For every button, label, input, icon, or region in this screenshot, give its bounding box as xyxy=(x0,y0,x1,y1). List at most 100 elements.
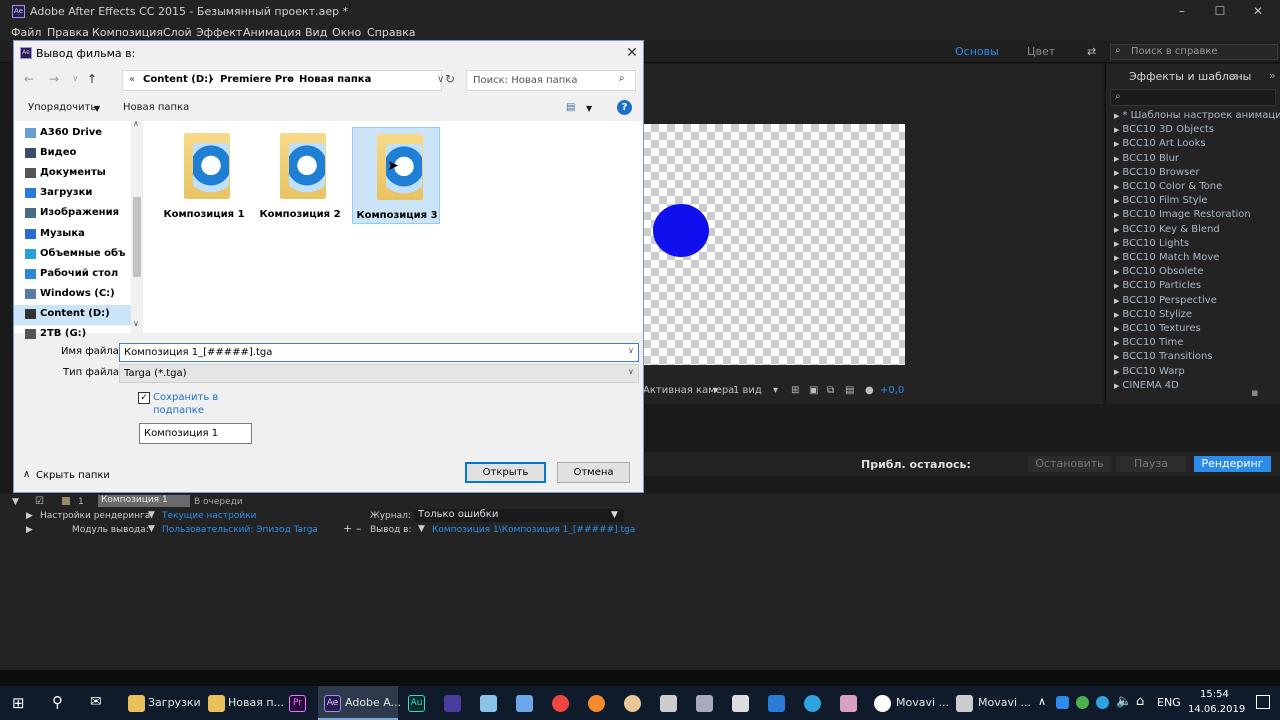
effects-category-item[interactable]: ▶ BCC10 Match Move xyxy=(1114,252,1219,263)
workspace-color[interactable]: Цвет xyxy=(1027,45,1055,58)
minimize-button[interactable]: – xyxy=(1172,3,1192,19)
breadcrumb-separator-icon[interactable]: › xyxy=(288,74,292,85)
expand-arrow-icon[interactable]: ▶ xyxy=(1114,311,1119,319)
tray-security-icon[interactable] xyxy=(1076,696,1089,709)
app-icon[interactable] xyxy=(840,695,857,712)
menu-help[interactable]: Справка xyxy=(367,26,415,39)
audition-icon[interactable]: Au xyxy=(408,695,425,712)
expand-arrow-icon[interactable]: ▼ xyxy=(12,497,19,507)
output-dropdown-arrow-icon[interactable]: ▼ xyxy=(418,524,425,534)
network-icon[interactable]: ⌂ xyxy=(1136,694,1144,709)
organize-dropdown-icon[interactable]: ▼ xyxy=(94,104,100,113)
expand-arrow-icon[interactable]: ▶ xyxy=(1114,325,1119,333)
breadcrumb-premiere-pro[interactable]: Premiere Pro xyxy=(220,74,294,85)
nav-item[interactable]: Видео xyxy=(40,147,76,158)
address-dropdown-icon[interactable]: ∨ xyxy=(437,74,444,85)
output-path-value[interactable]: Композиция 1\Композиция 1_[#####].tga xyxy=(432,525,635,535)
open-button[interactable]: Открыть xyxy=(465,462,546,483)
expand-arrow-icon[interactable]: ▶ xyxy=(1114,368,1119,376)
usb-icon[interactable] xyxy=(660,695,677,712)
taskbar-item-downloads[interactable]: Загрузки xyxy=(124,686,201,720)
close-dialog-button[interactable]: ✕ xyxy=(622,43,642,63)
menu-effect[interactable]: Эффект xyxy=(196,26,242,39)
navigation-scrollbar[interactable]: ∧ ∨ xyxy=(131,119,143,333)
effects-category-item[interactable]: ▶ BCC10 Time xyxy=(1114,337,1183,348)
taskbar-item-movavi-1[interactable]: Movavi ... xyxy=(870,686,949,720)
expand-arrow-icon[interactable]: ▶ xyxy=(1114,339,1119,347)
label-color-swatch[interactable] xyxy=(62,497,70,505)
filename-input[interactable]: Композиция 1_[#####].tga xyxy=(119,343,639,362)
layout-icon[interactable]: ⧉ xyxy=(827,385,834,396)
windows-start-icon[interactable]: ⊞ xyxy=(12,694,25,712)
fast-preview-icon[interactable]: ▤ xyxy=(845,385,854,396)
back-arrow-icon[interactable]: ← xyxy=(24,72,34,86)
filename-dropdown-icon[interactable]: ∨ xyxy=(628,346,634,355)
render-settings-value[interactable]: Текущие настройки xyxy=(162,511,256,521)
help-icon[interactable]: ? xyxy=(617,100,632,115)
add-output-icon[interactable]: + xyxy=(343,522,352,535)
queue-comp-name[interactable]: Композиция 1 xyxy=(98,495,190,507)
log-dropdown-arrow-icon[interactable]: ▼ xyxy=(611,510,618,520)
volume-icon[interactable]: 🔈 xyxy=(1116,694,1132,709)
effects-category-item[interactable]: ▶ BCC10 Textures xyxy=(1114,323,1201,334)
effects-category-item[interactable]: ▶ BCC10 Image Restoration xyxy=(1114,209,1251,220)
module-expand-icon[interactable]: ▶ xyxy=(26,525,33,535)
breadcrumb-separator-icon[interactable]: › xyxy=(367,74,371,85)
effects-category-item[interactable]: ▶ BCC10 Lights xyxy=(1114,238,1189,249)
nav-item[interactable]: 2TB (G:) xyxy=(40,328,86,339)
menu-window[interactable]: Окно xyxy=(332,26,361,39)
effects-search-input[interactable]: ⌕ xyxy=(1110,89,1276,106)
nav-item[interactable]: Content (D:) xyxy=(40,308,110,319)
expand-arrow-icon[interactable]: ▶ xyxy=(1114,240,1119,248)
filetype-select[interactable]: Targa (*.tga) xyxy=(119,364,639,383)
nav-item[interactable]: Загрузки xyxy=(40,187,92,198)
folder-item[interactable]: Композиция 1 xyxy=(160,127,248,224)
effects-category-item[interactable]: ▶ BCC10 Art Looks xyxy=(1114,138,1206,149)
view-options-icon[interactable]: ▤ xyxy=(566,102,575,113)
nav-item[interactable]: Музыка xyxy=(40,228,85,239)
region-icon[interactable]: ▣ xyxy=(809,385,818,396)
subfolder-checkbox[interactable]: ✓ xyxy=(138,392,150,404)
tray-app-icon[interactable] xyxy=(1056,696,1069,709)
settings-expand-icon[interactable]: ▶ xyxy=(26,511,33,521)
exposure-value[interactable]: +0,0 xyxy=(880,385,904,396)
expand-arrow-icon[interactable]: ▶ xyxy=(1114,297,1119,305)
menu-animation[interactable]: Анимация xyxy=(243,26,301,39)
tray-overflow-icon[interactable]: ∧ xyxy=(1038,695,1046,708)
breadcrumb-overflow-icon[interactable]: « xyxy=(129,74,135,85)
maximize-button[interactable]: ☐ xyxy=(1210,3,1230,19)
cancel-button[interactable]: Отмена xyxy=(557,462,630,483)
subfolder-label-line2[interactable]: подпапке xyxy=(153,405,204,416)
telegram-icon[interactable] xyxy=(804,695,821,712)
effects-category-item[interactable]: ▶ BCC10 Particles xyxy=(1114,280,1201,291)
expand-arrow-icon[interactable]: ▶ xyxy=(1114,155,1119,163)
views-dropdown[interactable]: 1 вид xyxy=(733,385,762,396)
nav-item[interactable]: Windows (C:) xyxy=(40,288,115,299)
workspace-basic[interactable]: Основы xyxy=(955,45,999,58)
nav-item[interactable]: Объемные объ xyxy=(40,248,126,259)
menu-file[interactable]: Файл xyxy=(11,26,41,39)
expand-arrow-icon[interactable]: ▶ xyxy=(1114,226,1119,234)
menu-layer[interactable]: Слой xyxy=(163,26,192,39)
tablet-icon[interactable] xyxy=(696,695,713,712)
folder-item-selected[interactable]: Композиция 3 ➤ xyxy=(352,127,440,224)
module-dropdown-arrow-icon[interactable]: ▼ xyxy=(148,524,155,534)
paint-icon[interactable] xyxy=(624,695,641,712)
settings-dropdown-arrow-icon[interactable]: ▼ xyxy=(148,510,155,520)
new-folder-button[interactable]: Новая папка xyxy=(123,102,189,113)
chrome-icon[interactable] xyxy=(552,695,569,712)
mail-icon[interactable]: ✉ xyxy=(90,694,102,710)
clock-date[interactable]: 14.06.2019 xyxy=(1188,704,1245,715)
search-icon[interactable]: ⚲ xyxy=(52,693,63,711)
expand-arrow-icon[interactable]: ▶ xyxy=(1114,268,1119,276)
menu-view[interactable]: Вид xyxy=(305,26,327,39)
media-encoder-icon[interactable] xyxy=(444,695,461,712)
effects-category-item[interactable]: ▶ BCC10 Film Style xyxy=(1114,195,1208,206)
effects-category-item[interactable]: ▶ BCC10 Blur xyxy=(1114,153,1179,164)
clock-time[interactable]: 15:54 xyxy=(1200,689,1229,700)
taskbar-item-movavi-2[interactable]: Movavi ... xyxy=(952,686,1031,720)
help-search-input[interactable]: ⌕ Поиск в справке xyxy=(1110,44,1278,60)
panel-menu-icon[interactable]: ≡ xyxy=(1230,70,1239,83)
notifications-icon[interactable] xyxy=(1256,695,1270,709)
render-checkbox[interactable]: ☑ xyxy=(35,496,44,507)
